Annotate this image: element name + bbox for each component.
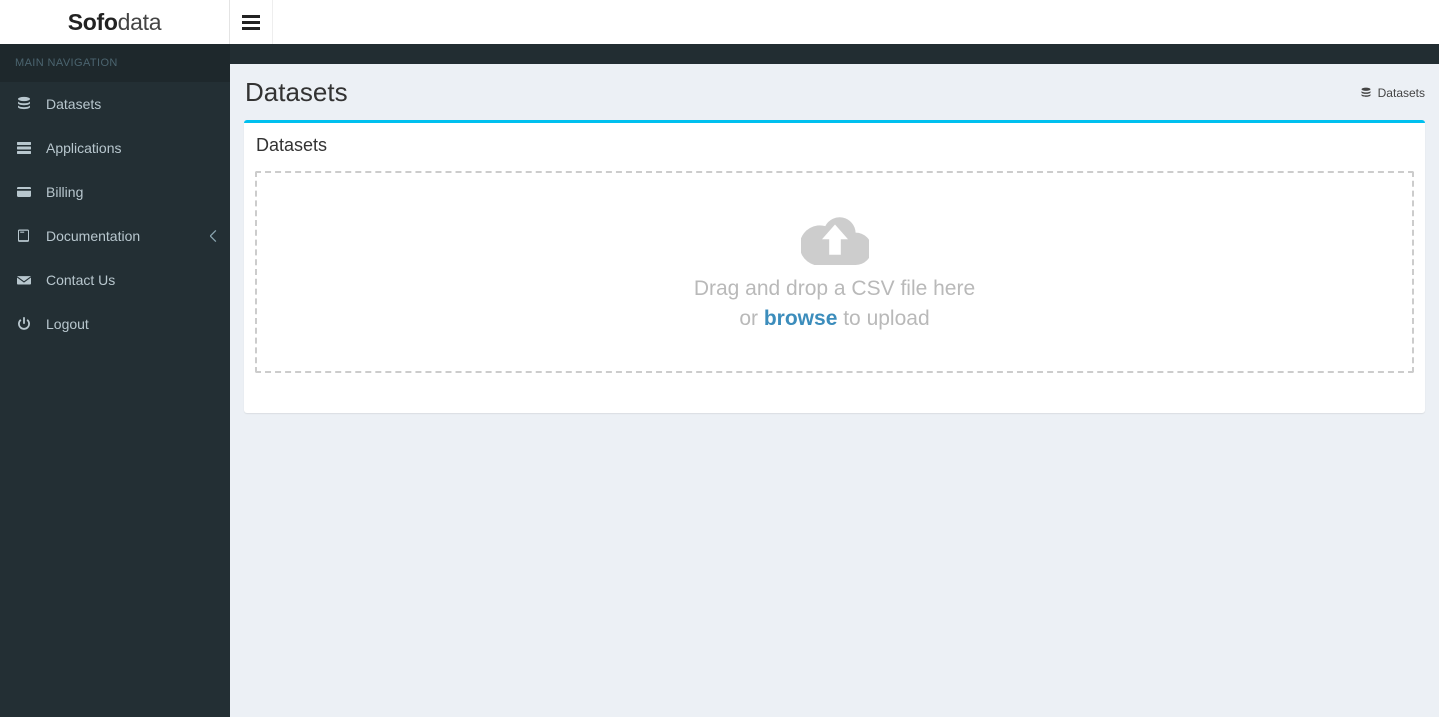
breadcrumb[interactable]: Datasets [1360, 86, 1425, 100]
logo-light: data [117, 8, 162, 35]
hamburger-icon[interactable] [230, 0, 273, 44]
database-icon [16, 94, 36, 114]
page-title: Datasets [245, 77, 348, 107]
envelope-icon [16, 270, 36, 290]
sidebar-item-logout[interactable]: Logout [0, 302, 230, 346]
content-body: Datasets Drag and drop a CSV file here o… [230, 120, 1439, 413]
server-icon [16, 138, 36, 158]
sidebar-item-label: Documentation [46, 228, 141, 244]
sidebar-item-label: Applications [46, 140, 122, 156]
sidebar-item-documentation[interactable]: Documentation [0, 214, 230, 258]
sidebar-item-contact-us[interactable]: Contact Us [0, 258, 230, 302]
sidebar-item-label: Logout [46, 316, 89, 332]
dropzone-line-1: Drag and drop a CSV file here [693, 277, 976, 301]
breadcrumb-label: Datasets [1377, 86, 1425, 100]
dropzone-text-after: to upload [837, 307, 930, 330]
power-icon [16, 314, 36, 334]
sidebar-item-billing[interactable]: Billing [0, 170, 230, 214]
main-area: Datasets Datasets Datasets Drag and drop… [230, 0, 1439, 717]
cloud-upload-icon [800, 210, 869, 268]
chevron-left-icon[interactable] [210, 230, 218, 242]
app-root: Sofodata MAIN NAVIGATION Datasets Applic… [0, 0, 1439, 717]
sidebar-item-applications[interactable]: Applications [0, 126, 230, 170]
logo-text: Sofodata [67, 8, 162, 36]
hamburger-bar [242, 14, 260, 18]
box-title: Datasets [256, 135, 328, 155]
database-icon [1360, 87, 1372, 99]
csv-dropzone[interactable]: Drag and drop a CSV file here or browse … [255, 171, 1414, 373]
dropzone-line-2: or browse to upload [739, 304, 929, 334]
box-header: Datasets [244, 123, 1425, 154]
sidebar-item-label: Billing [46, 184, 84, 200]
hamburger-bar [242, 26, 260, 30]
sidebar: Sofodata MAIN NAVIGATION Datasets Applic… [0, 0, 230, 717]
credit-card-icon [16, 182, 36, 202]
sidebar-nav: Datasets Applications Billing Documentat… [0, 82, 230, 346]
sidebar-item-datasets[interactable]: Datasets [0, 82, 230, 126]
sidebar-section-header: MAIN NAVIGATION [0, 44, 230, 82]
sidebar-item-label: Contact Us [46, 272, 116, 288]
sidebar-item-label: Datasets [46, 96, 102, 112]
hamburger-bar [242, 20, 260, 24]
dropzone-text-before: or [739, 307, 764, 330]
browse-link[interactable]: browse [764, 307, 838, 330]
content-header: Datasets Datasets [230, 64, 1439, 120]
logo[interactable]: Sofodata [0, 0, 230, 44]
book-icon [16, 226, 36, 246]
navbar-dark-strip [230, 44, 1439, 64]
datasets-box: Datasets Drag and drop a CSV file here o… [244, 120, 1425, 413]
logo-strong: Sofo [67, 8, 118, 35]
top-navbar [230, 0, 1439, 44]
